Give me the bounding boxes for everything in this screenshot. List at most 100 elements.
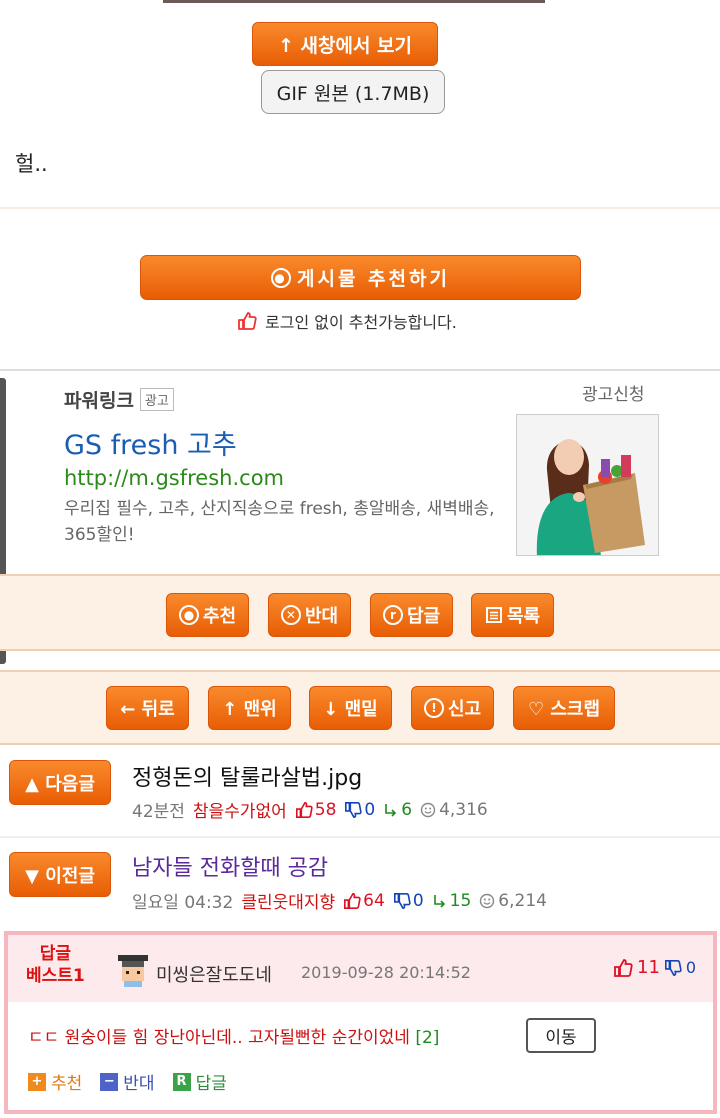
shopping-woman-illustration xyxy=(517,415,658,555)
best-reply-action[interactable]: R 답글 xyxy=(172,1069,227,1094)
ad-headline-link[interactable]: GS fresh 고추 xyxy=(64,423,237,462)
recommend-post-label: 게시물 추천하기 xyxy=(297,268,450,290)
post-time: 42분전 xyxy=(132,802,185,822)
reply-arrow-icon xyxy=(385,803,397,817)
reply-count: 15 xyxy=(432,890,472,911)
post-toolbar: ● 추천 ✕ 반대 r 답글 목록 xyxy=(0,574,720,651)
reply-arrow-icon xyxy=(433,894,445,908)
minus-icon: − xyxy=(100,1072,119,1091)
best-reply-datetime: 2019-09-28 20:14:52 xyxy=(301,963,471,982)
login-note: 로그인 없이 추천가능합니다. xyxy=(237,309,457,333)
back-button[interactable]: ← 뒤로 xyxy=(106,686,189,730)
reply-value: 15 xyxy=(449,890,472,911)
move-button[interactable]: 이동 xyxy=(526,1018,596,1053)
ad-tag: 광고 xyxy=(139,388,174,411)
toolbar-reply-button[interactable]: r 답글 xyxy=(370,593,453,637)
smiley-icon xyxy=(480,893,495,908)
toolbar-list-button[interactable]: 목록 xyxy=(471,593,554,637)
thumbs-up-icon xyxy=(238,312,257,330)
best-reply-card: 답글 베스트1 미씽은잘도도네 2019-09-28 20:14:52 11 0 xyxy=(4,931,717,1114)
best-recommend-action[interactable]: + 추천 xyxy=(28,1069,82,1094)
prev-post-title[interactable]: 남자들 전화할때 공감 xyxy=(132,850,328,882)
best-upvote-value: 11 xyxy=(637,957,660,978)
reply-r-icon: R xyxy=(172,1072,191,1091)
powerlink-text: 파워링크 xyxy=(64,390,134,412)
best-reply-comment: ㄷㄷ 원숭이들 힘 장난아닌데.. 고자될뻔한 순간이었네 [2] xyxy=(28,1023,439,1048)
thumbs-down-icon xyxy=(664,959,682,976)
recommend-post-button[interactable]: ● 게시물 추천하기 xyxy=(140,255,581,300)
reply-value: 6 xyxy=(401,799,413,820)
view-value: 6,214 xyxy=(498,890,547,911)
post-image-bottom-edge xyxy=(163,0,545,3)
view-count: 4,316 xyxy=(420,800,488,820)
alert-circle-icon: ! xyxy=(423,698,444,718)
best-reply-votes: 11 0 xyxy=(613,957,696,978)
reply-count: 6 xyxy=(383,800,412,820)
next-post-title[interactable]: 정형돈의 탈룰라살법.jpg xyxy=(132,760,362,792)
prev-post-button[interactable]: ▼ 이전글 xyxy=(9,852,111,897)
next-post-meta: 42분전 참을수가없어 58 0 6 4,316 xyxy=(132,797,488,823)
best-oppose-action[interactable]: − 반대 xyxy=(100,1069,155,1094)
reply-circle-icon: r xyxy=(382,605,403,625)
toolbar-recommend-label: 추천 xyxy=(202,606,237,627)
divider xyxy=(0,369,720,371)
ad-description: 우리집 필수, 고추, 산지직송으로 fresh, 총알배송, 새벽배송, 36… xyxy=(64,499,495,545)
avatar[interactable] xyxy=(114,955,152,987)
next-post-row[interactable]: ▲ 다음글 정형돈의 탈룰라살법.jpg 42분전 참을수가없어 58 0 6 … xyxy=(0,747,720,835)
view-count: 6,214 xyxy=(479,891,547,911)
view-value: 4,316 xyxy=(439,799,488,820)
best-reply-label: 답글 베스트1 xyxy=(26,943,85,987)
best-reply-count: [2] xyxy=(415,1028,440,1048)
upvote-value: 58 xyxy=(314,799,337,820)
list-icon xyxy=(485,607,502,623)
gif-original-button[interactable]: GIF 원본 (1.7MB) xyxy=(261,70,445,114)
thumbs-up-icon xyxy=(614,958,633,977)
next-post-button[interactable]: ▲ 다음글 xyxy=(9,760,111,805)
best-label-line2: 베스트1 xyxy=(26,966,85,986)
prev-post-row[interactable]: ▼ 이전글 남자들 전화할때 공감 일요일 04:32 클린웃대지향 64 0 … xyxy=(0,838,720,926)
report-label: 신고 xyxy=(447,699,482,720)
toolbar-oppose-button[interactable]: ✕ 반대 xyxy=(268,593,351,637)
post-author[interactable]: 클린웃대지향 xyxy=(241,888,335,913)
upvote-value: 64 xyxy=(363,890,385,911)
prev-post-meta: 일요일 04:32 클린웃대지향 64 0 15 6,214 xyxy=(132,888,547,914)
divider xyxy=(0,207,720,209)
toolbar-reply-label: 답글 xyxy=(406,606,441,627)
thumbs-up-icon xyxy=(344,892,361,909)
best-reply-header: 답글 베스트1 미씽은잘도도네 2019-09-28 20:14:52 11 0 xyxy=(8,935,713,1002)
scroll-bottom-button[interactable]: ↓ 맨밑 xyxy=(309,686,392,730)
thumbs-down-icon xyxy=(393,892,411,909)
best-reply-actions: + 추천 − 반대 R 답글 xyxy=(28,1069,227,1094)
scrap-button[interactable]: ♡ 스크랩 xyxy=(513,686,615,730)
best-reply-username[interactable]: 미씽은잘도도네 xyxy=(156,961,272,987)
upvote-count: 58 xyxy=(295,799,337,820)
best-reply-action-label: 답글 xyxy=(195,1074,227,1094)
post-body-text: 헐.. xyxy=(15,152,48,176)
best-downvote-value: 0 xyxy=(685,958,697,977)
post-time: 일요일 04:32 xyxy=(132,893,234,913)
downvote-count: 0 xyxy=(393,891,424,911)
page-nav-toolbar: ← 뒤로 ↑ 맨위 ↓ 맨밑 ! 신고 ♡ 스크랩 xyxy=(0,670,720,745)
thumbs-up-icon xyxy=(295,801,313,818)
ad-apply-link[interactable]: 광고신청 xyxy=(582,380,645,405)
open-new-window-button[interactable]: ↑ 새창에서 보기 xyxy=(252,22,438,66)
upvote-count: 64 xyxy=(343,891,385,911)
post-author[interactable]: 참을수가없어 xyxy=(193,797,287,822)
best-label-line1: 답글 xyxy=(39,944,72,964)
report-button[interactable]: ! 신고 xyxy=(411,686,494,730)
ad-thumbnail-image[interactable] xyxy=(516,414,659,556)
page: ↑ 새창에서 보기 GIF 원본 (1.7MB) 헐.. ● 게시물 추천하기 … xyxy=(0,0,720,1118)
scroll-top-button[interactable]: ↑ 맨위 xyxy=(208,686,291,730)
best-recommend-label: 추천 xyxy=(51,1074,83,1094)
thumbs-down-icon xyxy=(345,801,363,818)
downvote-value: 0 xyxy=(364,799,376,820)
ad-url-link[interactable]: http://m.gsfresh.com xyxy=(64,466,284,490)
downvote-count: 0 xyxy=(344,800,375,820)
target-icon: ● xyxy=(271,267,291,288)
downvote-value: 0 xyxy=(412,890,424,911)
best-reply-comment-text: ㄷㄷ 원숭이들 힘 장난아닌데.. 고자될뻔한 순간이었네 xyxy=(28,1028,410,1048)
toolbar-list-label: 목록 xyxy=(506,606,541,627)
toolbar-recommend-button[interactable]: ● 추천 xyxy=(166,593,249,637)
plus-icon: + xyxy=(28,1072,46,1091)
login-note-text: 로그인 없이 추천가능합니다. xyxy=(265,313,457,332)
